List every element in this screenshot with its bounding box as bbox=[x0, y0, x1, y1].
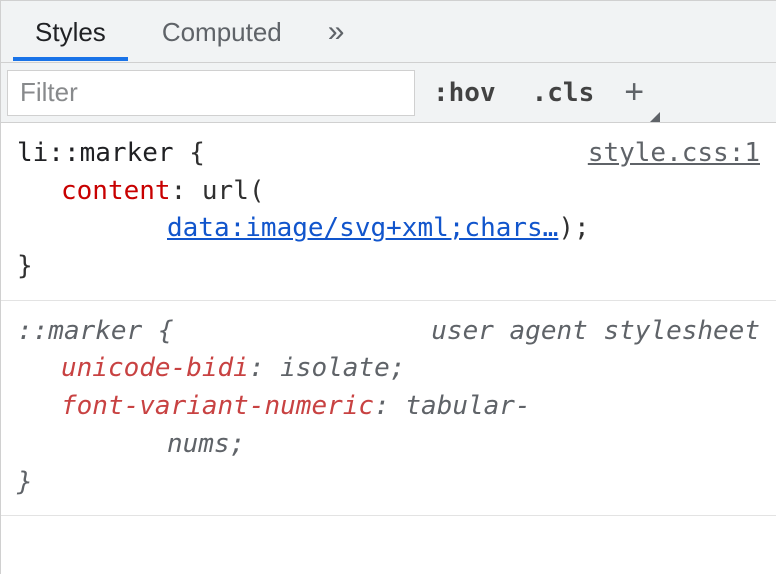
css-declaration[interactable]: unicode-bidi: isolate; bbox=[17, 350, 760, 388]
cls-toggle-button[interactable]: .cls bbox=[514, 78, 613, 108]
css-value-part1[interactable]: tabular- bbox=[405, 391, 530, 421]
close-brace: } bbox=[17, 248, 760, 286]
css-property[interactable]: unicode-bidi bbox=[61, 353, 249, 383]
css-value-part2[interactable]: nums bbox=[167, 429, 230, 459]
source-ua-label: user agent stylesheet bbox=[431, 313, 760, 351]
open-brace: { bbox=[158, 316, 174, 346]
styles-tabstrip: Styles Computed » bbox=[1, 1, 776, 63]
css-declaration[interactable]: font-variant-numeric: tabular- bbox=[17, 388, 760, 426]
css-selector[interactable]: ::marker bbox=[17, 316, 142, 346]
semicolon: ; bbox=[230, 429, 246, 459]
new-rule-button[interactable]: + bbox=[612, 73, 662, 112]
css-value-prefix: url( bbox=[202, 176, 265, 206]
style-rule: li::marker { style.css:1 content: url( d… bbox=[1, 123, 776, 301]
colon: : bbox=[249, 353, 265, 383]
semicolon: ; bbox=[390, 353, 406, 383]
css-property[interactable]: content bbox=[61, 176, 171, 206]
tab-overflow-icon[interactable]: » bbox=[310, 15, 365, 49]
style-rule-ua: ::marker { user agent stylesheet unicode… bbox=[1, 301, 776, 516]
close-brace: } bbox=[17, 464, 760, 502]
css-declaration-cont: nums; bbox=[17, 426, 760, 464]
colon: : bbox=[374, 391, 390, 421]
css-value-suffix: ); bbox=[558, 213, 589, 243]
css-declaration-cont: data:image/svg+xml;chars…); bbox=[17, 210, 760, 248]
tab-computed[interactable]: Computed bbox=[134, 3, 310, 60]
css-property[interactable]: font-variant-numeric bbox=[61, 391, 374, 421]
source-link[interactable]: style.css:1 bbox=[588, 135, 760, 173]
styles-toolbar: :hov .cls + bbox=[1, 63, 776, 123]
css-selector[interactable]: li::marker bbox=[17, 138, 174, 168]
css-declaration[interactable]: content: url( bbox=[17, 173, 760, 211]
open-brace: { bbox=[189, 138, 205, 168]
hov-toggle-button[interactable]: :hov bbox=[415, 78, 514, 108]
colon: : bbox=[171, 176, 187, 206]
css-value[interactable]: isolate bbox=[280, 353, 390, 383]
filter-input[interactable] bbox=[7, 70, 415, 116]
tab-styles[interactable]: Styles bbox=[7, 3, 134, 60]
url-link[interactable]: data:image/svg+xml;chars… bbox=[167, 213, 558, 243]
